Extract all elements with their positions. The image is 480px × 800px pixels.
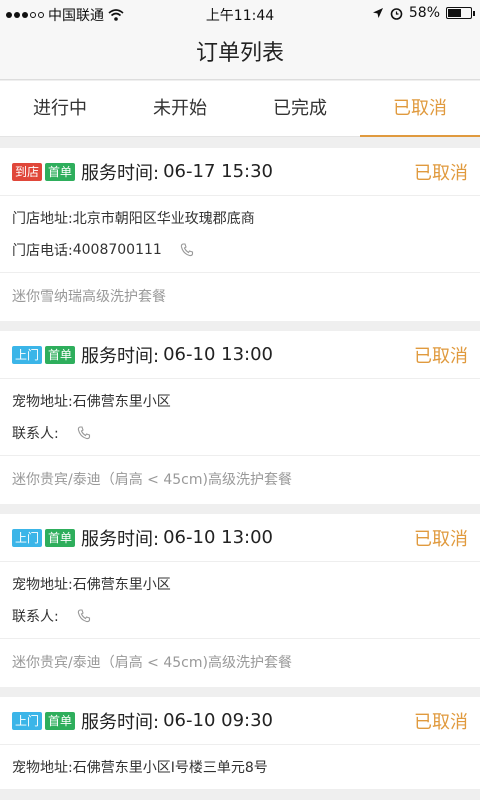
first-order-badge: 首单	[45, 162, 76, 181]
page-title: 订单列表	[0, 28, 480, 80]
order-list: 到店 首单 服务时间: 06-17 15:30 已取消 门店地址: 北京市朝阳区华业玫瑰郡底…	[0, 138, 480, 790]
first-order-badge: 首单	[45, 345, 76, 364]
service-time-value: 06-10 09:30	[163, 710, 274, 731]
service-time-value: 06-10 13:00	[163, 527, 274, 548]
order-info: 宠物地址: 石佛营东里小区I号楼三单元8号	[0, 745, 480, 790]
info-label: 宠物地址:	[12, 394, 73, 410]
home-service-badge: 上门	[12, 711, 43, 730]
info-label: 宠物地址:	[12, 760, 73, 776]
battery-icon	[446, 7, 475, 19]
info-label: 联系人:	[12, 609, 59, 625]
info-row: 联系人:	[12, 600, 468, 632]
order-card[interactable]: 到店 首单 服务时间: 06-17 15:30 已取消门店地址: 北京市朝阳区华业玫瑰郡底…	[0, 148, 480, 321]
info-value: 4008700111	[72, 242, 162, 258]
service-time-value: 06-10 13:00	[163, 344, 274, 365]
service-time-label: 服务时间:	[81, 345, 160, 367]
tab-cancelled[interactable]: 已取消	[360, 81, 480, 137]
tab-in-progress[interactable]: 进行中	[0, 81, 120, 136]
info-value: 石佛营东里小区I号楼三单元8号	[72, 760, 268, 776]
status-right: 58%	[372, 5, 475, 21]
info-row: 门店地址: 北京市朝阳区华业玫瑰郡底商	[12, 202, 468, 234]
order-header: 上门 首单 服务时间: 06-10 09:30 已取消	[0, 697, 480, 745]
order-card[interactable]: 上门 首单 服务时间: 06-10 09:30 已取消宠物地址: 石佛营东里小区I号楼三单…	[0, 697, 480, 790]
home-service-badge: 上门	[12, 528, 43, 547]
info-row: 门店电话: 4008700111	[12, 234, 468, 266]
order-header: 上门 首单 服务时间: 06-10 13:00 已取消	[0, 331, 480, 379]
order-header: 到店 首单 服务时间: 06-17 15:30 已取消	[0, 148, 480, 196]
info-label: 宠物地址:	[12, 577, 73, 593]
service-package: 迷你雪纳瑞高级洗护套餐	[12, 289, 166, 305]
info-label: 门店电话:	[12, 243, 73, 259]
order-status: 已取消	[414, 162, 468, 184]
location-arrow-icon	[372, 8, 383, 18]
status-bar: 中国联通 上午11:44 58%	[0, 0, 480, 28]
info-value: 北京市朝阳区华业玫瑰郡底商	[72, 211, 255, 227]
service-time-value: 06-17 15:30	[163, 161, 274, 182]
service-time-label: 服务时间:	[81, 711, 160, 733]
order-card[interactable]: 上门 首单 服务时间: 06-10 13:00 已取消 宠物地址: 石佛营东里小区 联系人: 迷…	[0, 514, 480, 687]
phone-icon[interactable]	[77, 426, 91, 440]
order-header: 上门 首单 服务时间: 06-10 13:00 已取消	[0, 514, 480, 562]
service-time-label: 服务时间:	[81, 162, 160, 184]
tab-completed[interactable]: 已完成	[240, 81, 360, 136]
info-label: 门店地址:	[12, 211, 73, 227]
order-card[interactable]: 上门 首单 服务时间: 06-10 13:00 已取消 宠物地址: 石佛营东里小区 联系人: 迷…	[0, 331, 480, 504]
info-value: 石佛营东里小区	[72, 577, 171, 593]
info-row: 宠物地址: 石佛营东里小区	[12, 568, 468, 600]
order-status: 已取消	[414, 345, 468, 367]
service-package: 迷你贵宾/泰迪（肩高 < 45cm)高级洗护套餐	[12, 472, 292, 488]
order-status: 已取消	[414, 711, 468, 733]
order-status: 已取消	[414, 528, 468, 550]
in-store-badge: 到店	[12, 162, 43, 181]
order-info: 宠物地址: 石佛营东里小区 联系人:	[0, 562, 480, 639]
info-row: 联系人:	[12, 417, 468, 449]
info-row: 宠物地址: 石佛营东里小区I号楼三单元8号	[12, 751, 468, 783]
order-info: 门店地址: 北京市朝阳区华业玫瑰郡底商 门店电话: 4008700111	[0, 196, 480, 273]
home-service-badge: 上门	[12, 345, 43, 364]
order-status-tabs: 进行中 未开始 已完成 已取消	[0, 81, 480, 137]
info-value: 石佛营东里小区	[72, 394, 171, 410]
order-info: 宠物地址: 石佛营东里小区 联系人:	[0, 379, 480, 456]
battery-percent: 58%	[408, 5, 440, 21]
info-row: 宠物地址: 石佛营东里小区	[12, 385, 468, 417]
first-order-badge: 首单	[45, 528, 76, 547]
tab-not-started[interactable]: 未开始	[120, 81, 240, 136]
alarm-clock-icon	[390, 7, 403, 20]
phone-icon[interactable]	[180, 243, 194, 257]
phone-icon[interactable]	[77, 609, 91, 623]
service-package: 迷你贵宾/泰迪（肩高 < 45cm)高级洗护套餐	[12, 655, 292, 671]
first-order-badge: 首单	[45, 711, 76, 730]
info-label: 联系人:	[12, 426, 59, 442]
service-time-label: 服务时间:	[81, 528, 160, 550]
